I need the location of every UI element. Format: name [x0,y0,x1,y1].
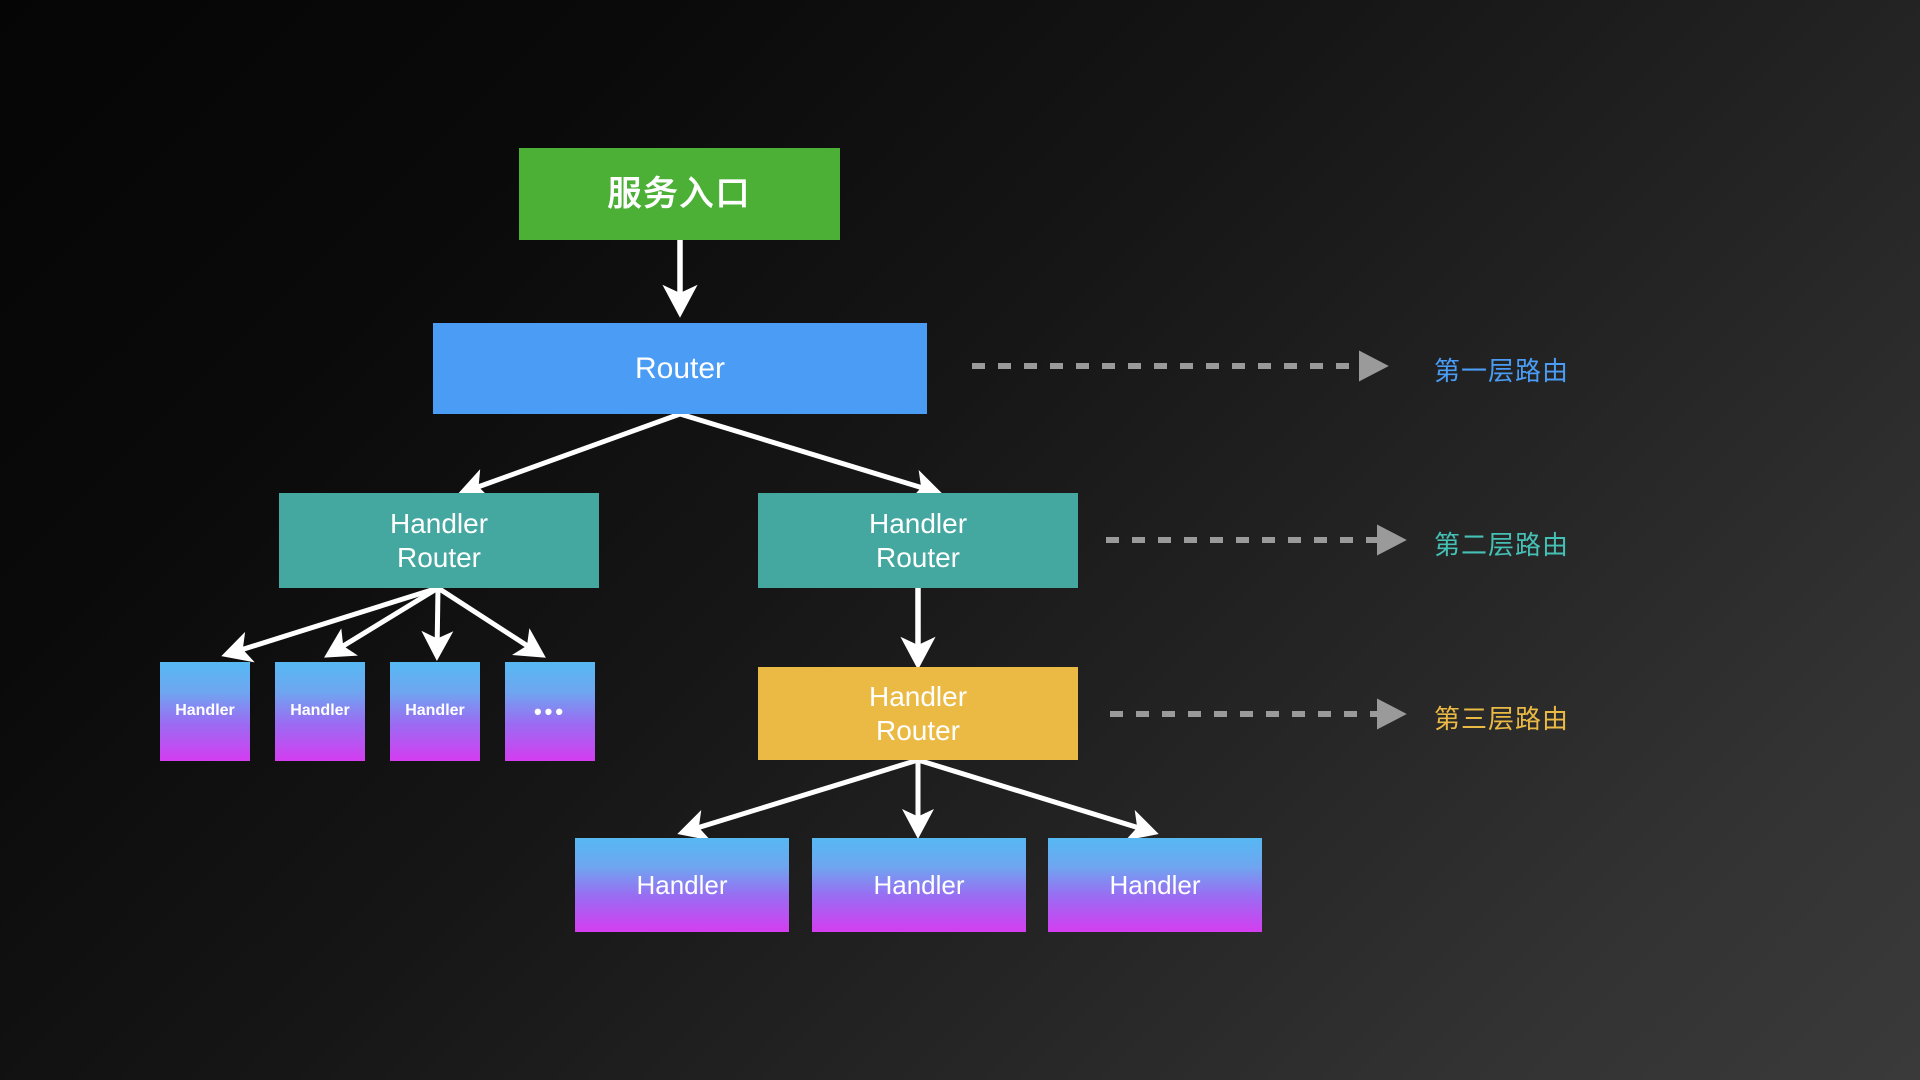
node-handler-router-third-layer[interactable]: Handler Router [758,667,1078,760]
leaf-handler-small-2[interactable]: Handler [275,662,365,761]
layer-label-second: 第二层路由 [1434,530,1570,560]
layer-label-first: 第一层路由 [1434,356,1570,386]
leaf-handler-small-3[interactable]: Handler [390,662,480,761]
node-router[interactable]: Router [433,323,927,414]
edge-left-router-to-leaves [221,585,546,663]
node-handler-router-right[interactable]: Handler Router [758,493,1078,588]
leaf-handler-large-3[interactable]: Handler [1048,838,1262,932]
diagram-canvas: 服务入口 Router Handler Router Handler Route… [0,0,1920,1080]
leaf-handler-large-1[interactable]: Handler [575,838,789,932]
edge-yellow-router-to-leaves [677,757,1159,841]
layer-label-third: 第三层路由 [1434,704,1570,734]
leaf-handler-small-1[interactable]: Handler [160,662,250,761]
leaf-handler-small-ellipsis[interactable]: ••• [505,662,595,761]
node-service-entry[interactable]: 服务入口 [519,148,840,240]
edge-router-to-handler-routers [457,411,943,501]
leaf-handler-large-2[interactable]: Handler [812,838,1026,932]
node-handler-router-left[interactable]: Handler Router [279,493,599,588]
